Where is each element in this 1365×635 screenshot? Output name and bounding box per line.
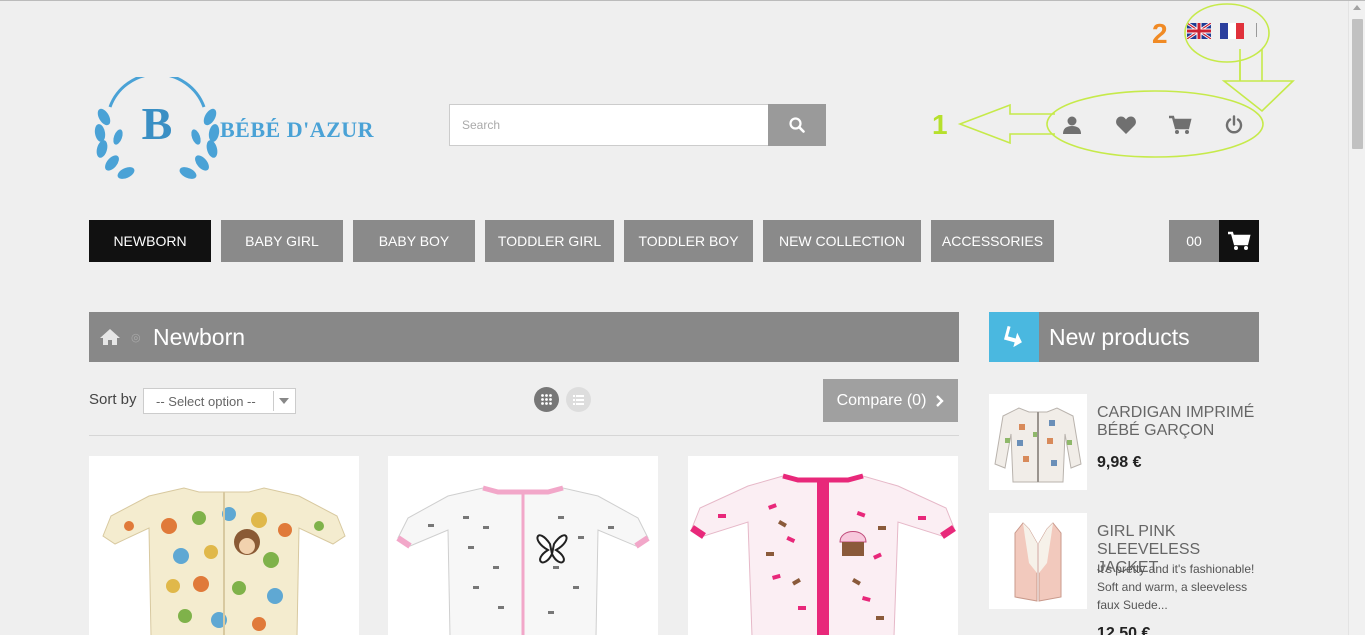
- cart-button[interactable]: [1219, 220, 1259, 262]
- laurel-logo-icon: B: [94, 72, 220, 179]
- scrollbar-thumb[interactable]: [1352, 19, 1363, 149]
- new-product-name[interactable]: CARDIGAN IMPRIMÉ BÉBÉ GARÇON: [1097, 404, 1262, 440]
- list-view-button[interactable]: [566, 387, 591, 412]
- language-french[interactable]: [1220, 23, 1244, 39]
- product-image-sleeveless-jacket: [1014, 522, 1062, 602]
- home-icon: [100, 329, 120, 345]
- account-button[interactable]: [1056, 109, 1088, 141]
- compare-button[interactable]: Compare (0): [823, 379, 958, 422]
- page-title: Newborn: [153, 323, 246, 350]
- nav-baby-girl[interactable]: BABY GIRL: [221, 220, 343, 262]
- new-product-price: 9,98 €: [1097, 454, 1142, 471]
- nav-newborn[interactable]: NEWBORN: [89, 220, 211, 262]
- svg-text:B: B: [142, 98, 173, 149]
- product-card[interactable]: [688, 456, 958, 635]
- arrow-down-right-icon: [989, 312, 1039, 362]
- new-products-header: New products: [989, 312, 1259, 362]
- chevron-right-icon: [936, 394, 945, 407]
- search-icon: [789, 117, 805, 133]
- france-flag-icon: [1220, 23, 1244, 39]
- grid-view-button[interactable]: [534, 387, 559, 412]
- new-product-thumb[interactable]: [989, 513, 1087, 609]
- cart-icon: [1169, 115, 1192, 134]
- product-image-cupcake-romper: [690, 473, 956, 635]
- cart-count[interactable]: 00: [1169, 220, 1219, 262]
- nav-new-collection[interactable]: NEW COLLECTION: [763, 220, 921, 262]
- vertical-scrollbar[interactable]: [1348, 1, 1365, 635]
- list-icon: [573, 394, 584, 405]
- sort-selected-value: -- Select option --: [156, 393, 256, 409]
- chevron-down-icon: [273, 391, 293, 411]
- new-product-price: 12,50 €: [1097, 625, 1151, 635]
- search-input[interactable]: [449, 104, 769, 146]
- breadcrumb-separator: ◎: [131, 331, 141, 344]
- power-icon: [1225, 115, 1243, 134]
- new-product-thumb[interactable]: [989, 394, 1087, 490]
- new-product-description: It's pretty and it's fashionable! Soft a…: [1097, 562, 1255, 612]
- compare-label: Compare (0): [836, 391, 927, 409]
- breadcrumb: ◎ Newborn: [89, 312, 959, 362]
- nav-baby-boy[interactable]: BABY BOY: [353, 220, 475, 262]
- cart-icon: [1228, 231, 1251, 250]
- nav-accessories[interactable]: ACCESSORIES: [931, 220, 1054, 262]
- sort-select[interactable]: -- Select option --: [143, 388, 296, 414]
- product-image-monkey-romper: [102, 487, 346, 635]
- header-cart-button[interactable]: [1164, 109, 1196, 141]
- heart-icon: [1116, 116, 1136, 134]
- nav-toddler-girl[interactable]: TODDLER GIRL: [485, 220, 614, 262]
- language-english[interactable]: [1186, 21, 1212, 41]
- new-products-title: New products: [1049, 323, 1190, 350]
- home-link[interactable]: [89, 312, 131, 362]
- product-image-cardigan: [994, 407, 1082, 483]
- brand-name: BÉBÉ D'AZUR: [220, 117, 375, 142]
- product-card[interactable]: [388, 456, 658, 635]
- language-divider: [1256, 23, 1257, 37]
- wishlist-button[interactable]: [1110, 109, 1142, 141]
- annotation-marker-1: 1: [932, 109, 948, 140]
- product-image-butterfly-romper: [396, 485, 650, 635]
- product-card[interactable]: [89, 456, 359, 635]
- scroll-up-arrow-icon[interactable]: [1353, 5, 1361, 10]
- logout-button[interactable]: [1218, 109, 1250, 141]
- search-button[interactable]: [768, 104, 826, 146]
- uk-flag-icon: [1186, 21, 1212, 41]
- grid-icon: [541, 394, 552, 405]
- user-icon: [1063, 116, 1081, 134]
- annotation-marker-2: 2: [1152, 18, 1168, 49]
- sort-label: Sort by: [89, 391, 137, 408]
- divider: [89, 435, 959, 436]
- nav-toddler-boy[interactable]: TODDLER BOY: [624, 220, 753, 262]
